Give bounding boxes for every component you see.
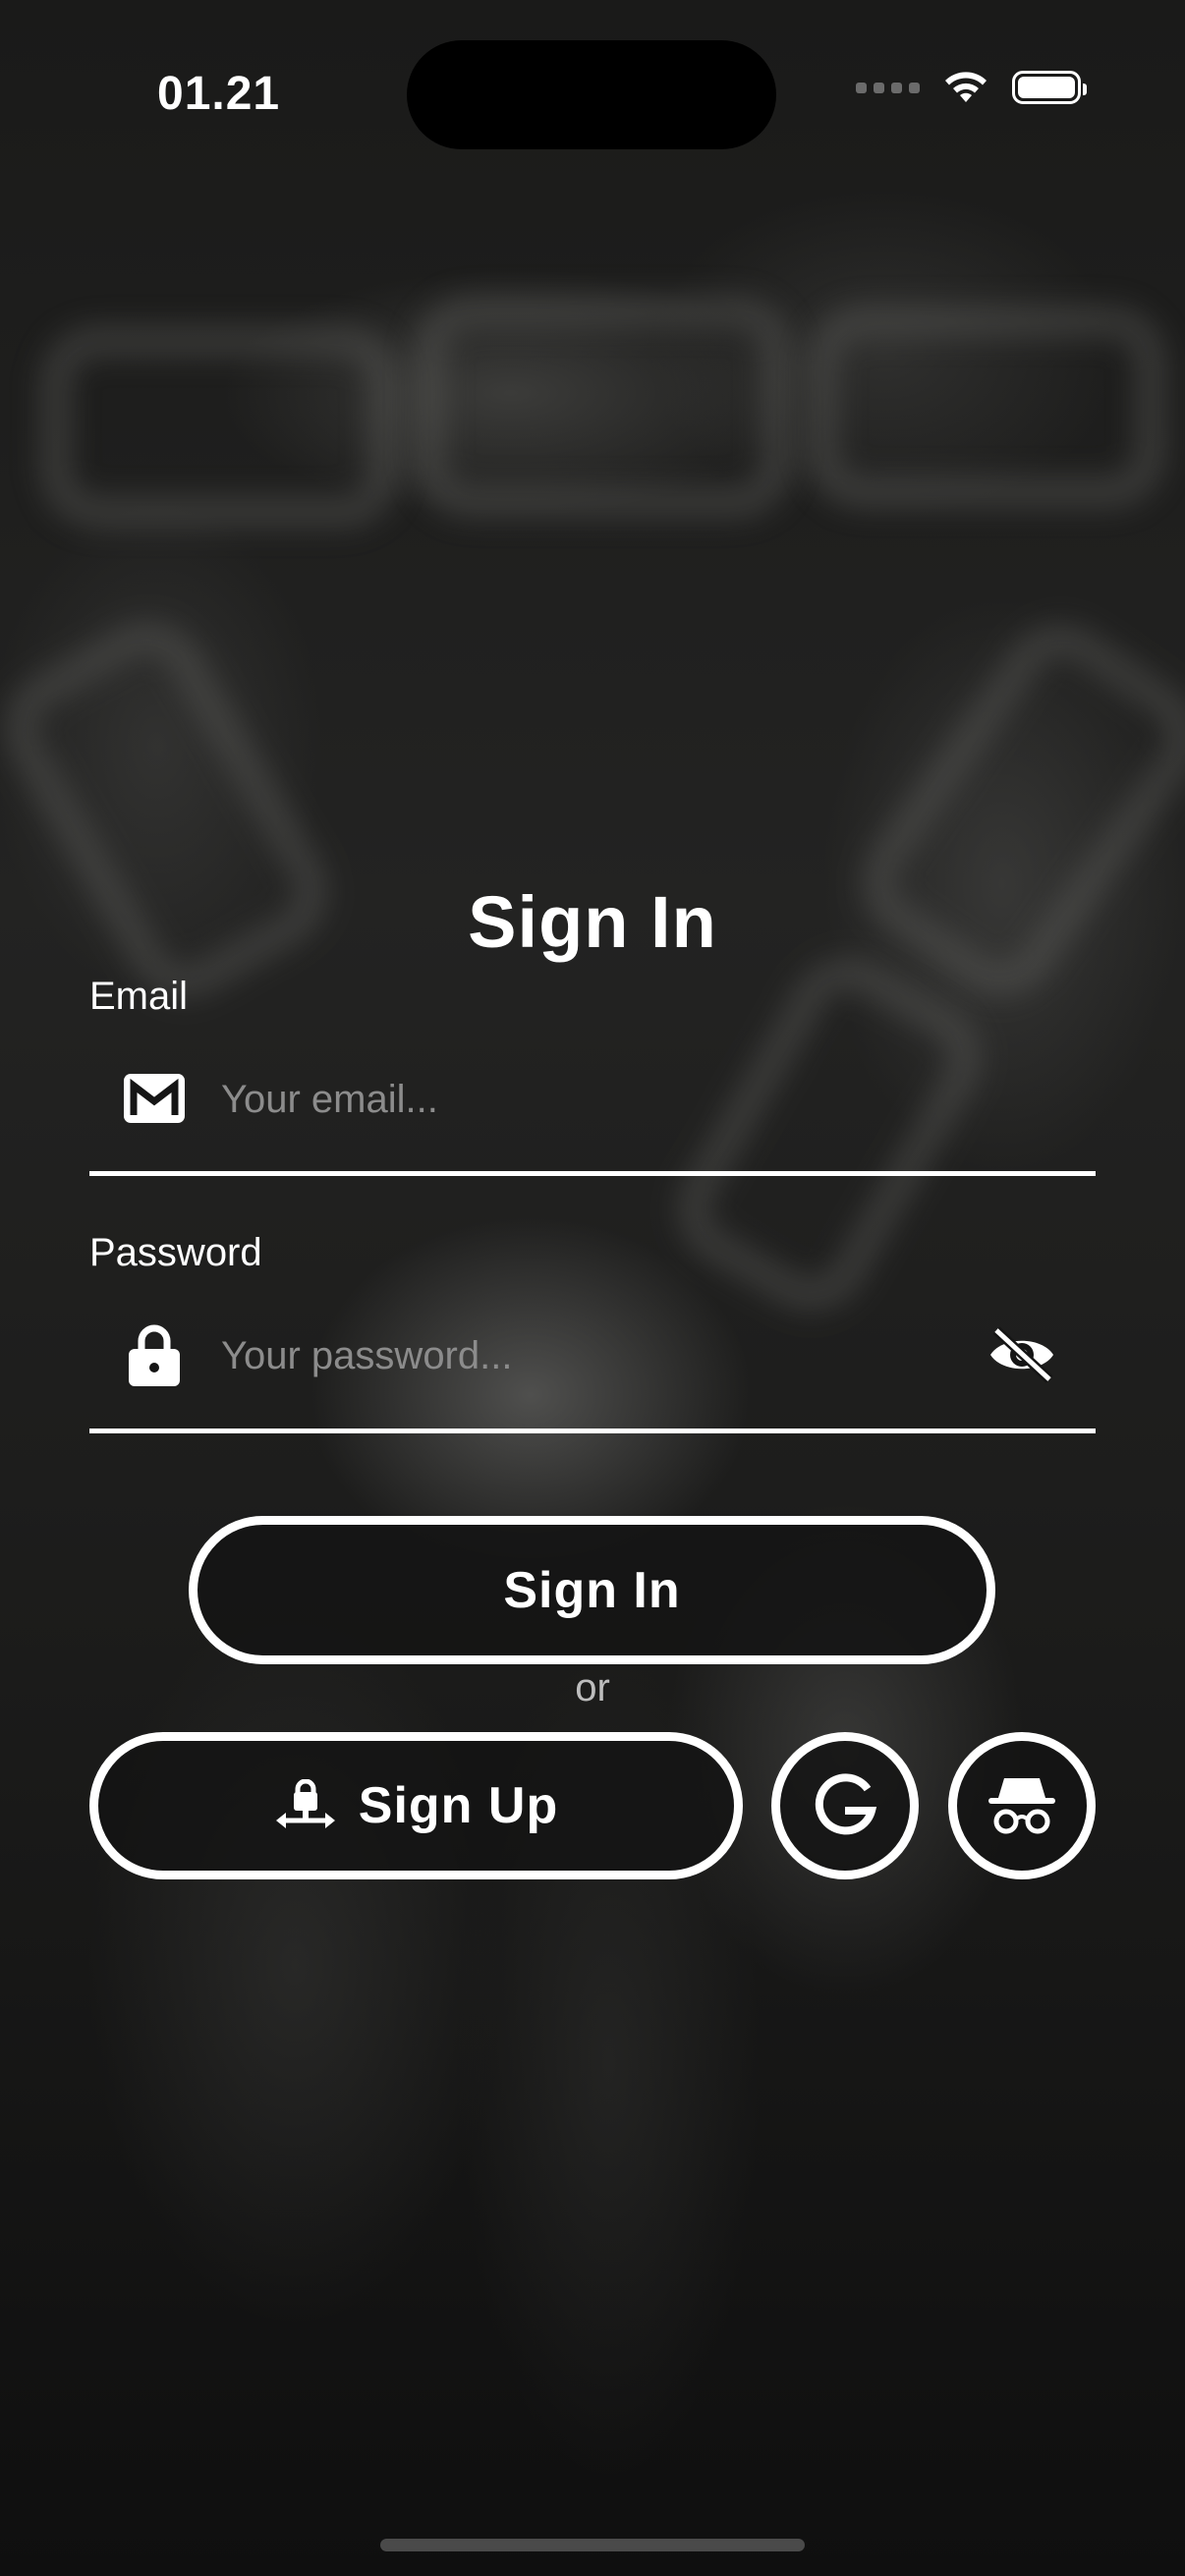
eye-slash-icon[interactable] (983, 1322, 1061, 1387)
status-bar-time: 01.21 (157, 68, 281, 120)
incognito-icon (988, 1778, 1055, 1834)
password-field-underline (89, 1428, 1096, 1433)
dynamic-island (407, 40, 776, 149)
sign-up-button-label: Sign Up (358, 1777, 559, 1834)
gmail-icon (122, 1066, 187, 1131)
or-separator: or (575, 1666, 610, 1709)
password-input[interactable] (221, 1321, 948, 1390)
email-label: Email (89, 975, 189, 1018)
user-lock-swap-icon (275, 1779, 335, 1828)
battery-icon (1012, 71, 1087, 104)
background-chain-link (39, 324, 401, 529)
background-chain-link (806, 305, 1167, 509)
background-chain-link (413, 295, 794, 519)
status-bar-indicators (856, 69, 1087, 106)
sign-in-button[interactable]: Sign In (189, 1516, 995, 1664)
google-sign-in-button[interactable] (771, 1732, 919, 1879)
sign-in-button-label: Sign In (503, 1561, 681, 1619)
home-indicator (380, 2539, 805, 2551)
email-input[interactable] (221, 1065, 948, 1134)
google-icon (815, 1773, 877, 1835)
lock-icon (122, 1322, 187, 1387)
wifi-icon (945, 72, 987, 102)
email-field-underline (89, 1171, 1096, 1176)
anonymous-sign-in-button[interactable] (948, 1732, 1096, 1879)
sign-up-button[interactable]: Sign Up (89, 1732, 743, 1879)
password-label: Password (89, 1231, 262, 1274)
cellular-signal-icon (856, 82, 920, 93)
page-title: Sign In (468, 881, 717, 963)
